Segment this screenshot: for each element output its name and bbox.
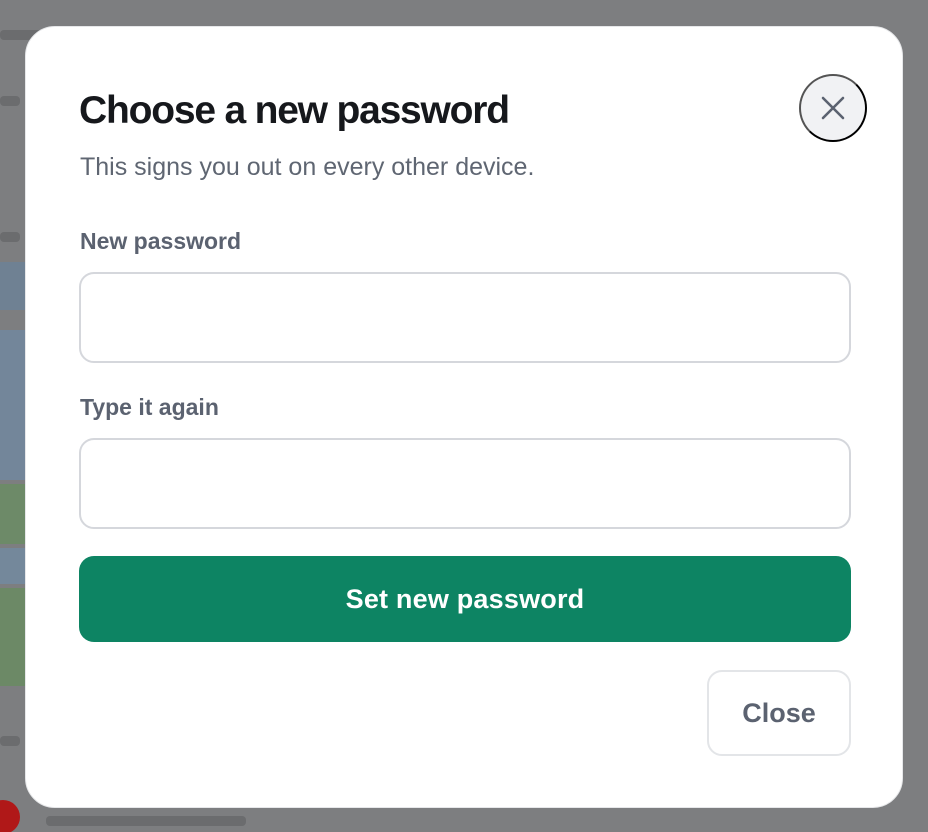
dialog-close-button[interactable]	[799, 74, 867, 142]
change-password-dialog: Choose a new password This signs you out…	[25, 26, 903, 808]
new-password-input[interactable]	[79, 272, 851, 363]
backdrop-text	[0, 96, 20, 106]
set-new-password-button[interactable]: Set new password	[79, 556, 851, 642]
backdrop-text	[0, 232, 20, 242]
backdrop-text	[0, 736, 20, 746]
dialog-title: Choose a new password	[79, 89, 510, 132]
dialog-subtitle: This signs you out on every other device…	[80, 153, 535, 181]
backdrop-text	[46, 816, 246, 826]
close-button[interactable]: Close	[707, 670, 851, 756]
confirm-password-input[interactable]	[79, 438, 851, 529]
backdrop-avatar	[0, 800, 20, 832]
new-password-label: New password	[80, 228, 242, 254]
confirm-password-label: Type it again	[80, 394, 219, 420]
close-icon	[821, 96, 845, 120]
